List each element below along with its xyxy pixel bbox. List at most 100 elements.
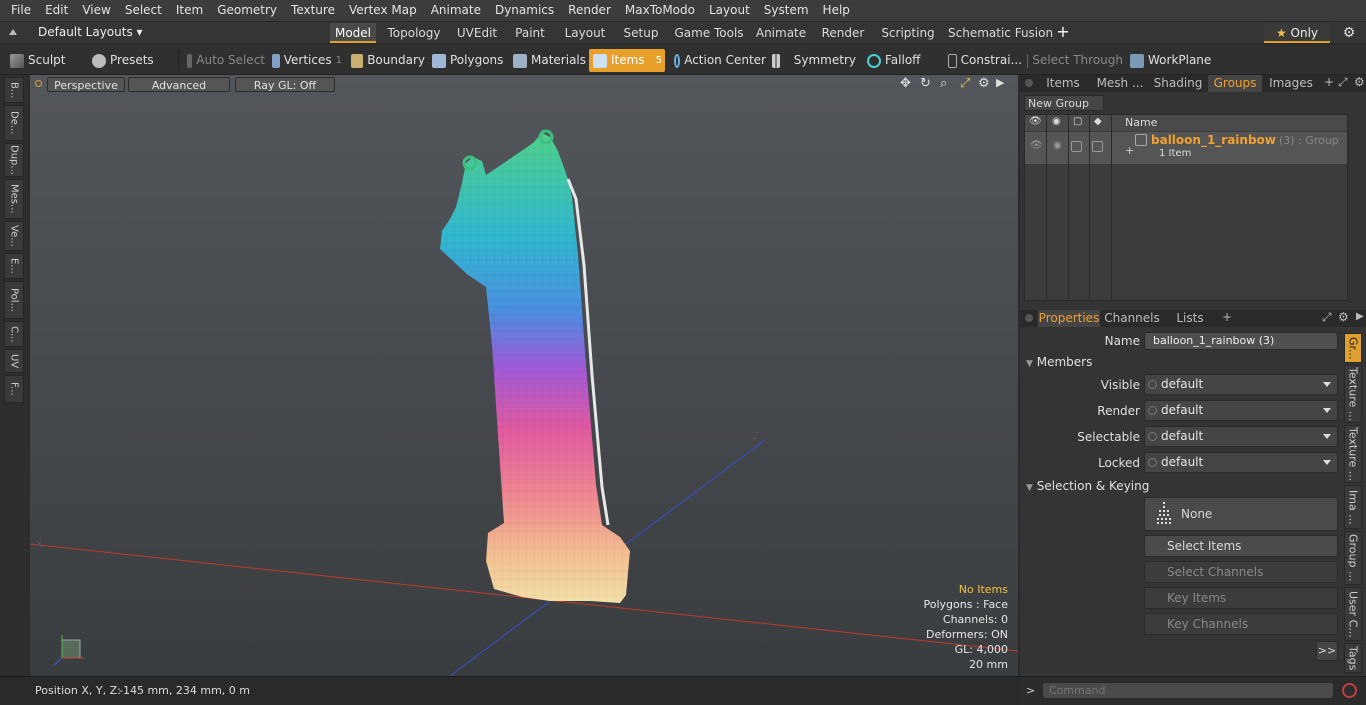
collapse-icon[interactable] xyxy=(8,26,18,36)
select-channels-button[interactable]: Select Channels xyxy=(1144,561,1338,583)
side-tab-image[interactable]: Ima ... xyxy=(1344,485,1362,529)
panel-arrow-icon[interactable]: ▶ xyxy=(1356,311,1364,322)
tab-animate[interactable]: Animate xyxy=(755,23,807,43)
expand-icon[interactable]: ⤢ xyxy=(1322,310,1332,325)
panel-menu-icon[interactable] xyxy=(1025,314,1033,322)
gear-icon[interactable]: ⚙ xyxy=(1340,23,1358,43)
group-row[interactable]: 👁 ◉ + balloon_1_rainbow (3) : Group 1 It… xyxy=(1025,132,1347,164)
tab-layout[interactable]: Layout xyxy=(562,23,608,43)
boundary-button[interactable]: Boundary xyxy=(347,49,425,72)
locked-dropdown[interactable]: default xyxy=(1144,452,1338,473)
visible-dropdown[interactable]: default xyxy=(1144,374,1338,395)
tab-topology[interactable]: Topology xyxy=(386,23,442,43)
menu-item[interactable]: Item xyxy=(169,0,210,21)
tab-items[interactable]: Items xyxy=(1036,75,1090,92)
left-tab-uv[interactable]: UV xyxy=(4,349,24,373)
workplane-button[interactable]: WorkPlane xyxy=(1126,49,1212,72)
visibility-icon[interactable]: 👁 xyxy=(1030,140,1043,151)
command-input[interactable] xyxy=(1042,682,1334,699)
add-tab-icon[interactable]: + xyxy=(1324,75,1334,89)
side-tab-texture-2[interactable]: Texture ... xyxy=(1344,425,1362,483)
selection-set-button[interactable]: None xyxy=(1144,497,1338,531)
expand-toggle-icon[interactable]: + xyxy=(1125,144,1134,157)
left-tab-edge[interactable]: E... xyxy=(4,253,24,279)
more-button[interactable]: >> xyxy=(1316,641,1338,661)
select-through-button[interactable]: Select Through xyxy=(1023,49,1123,72)
layouts-dropdown[interactable]: Default Layouts ▾ xyxy=(38,22,143,43)
tab-channels[interactable]: Channels xyxy=(1104,310,1160,327)
add-tab-icon[interactable]: + xyxy=(1222,310,1232,324)
menu-file[interactable]: File xyxy=(4,0,38,21)
members-section[interactable]: ▼ Members xyxy=(1026,354,1346,370)
render-toggle-icon[interactable]: ◉ xyxy=(1053,140,1062,151)
tab-schematic-fusion[interactable]: Schematic Fusion xyxy=(948,23,1053,43)
menu-view[interactable]: View xyxy=(75,0,117,21)
left-tab-fusion[interactable]: F... xyxy=(4,375,24,403)
tab-images[interactable]: Images xyxy=(1264,75,1318,92)
items-button[interactable]: Items 5 xyxy=(589,49,665,72)
sculpt-button[interactable]: Sculpt xyxy=(6,49,86,72)
selection-keying-section[interactable]: ▼ Selection & Keying xyxy=(1026,478,1346,494)
presets-button[interactable]: Presets xyxy=(88,49,168,72)
balloon-1-mesh[interactable] xyxy=(440,129,630,603)
key-items-button[interactable]: Key Items xyxy=(1144,587,1338,609)
tab-uvedit[interactable]: UVEdit xyxy=(454,23,500,43)
panel-menu-icon[interactable] xyxy=(1025,79,1033,87)
key-channels-button[interactable]: Key Channels xyxy=(1144,613,1338,635)
menu-geometry[interactable]: Geometry xyxy=(210,0,284,21)
left-tab-duplicate[interactable]: Dup... xyxy=(4,143,24,177)
select-toggle-icon[interactable] xyxy=(1092,141,1103,152)
menu-animate[interactable]: Animate xyxy=(424,0,488,21)
materials-button[interactable]: Materials xyxy=(509,49,587,72)
menu-help[interactable]: Help xyxy=(816,0,857,21)
side-tab-group-2[interactable]: Group ... xyxy=(1344,531,1362,585)
tab-shading[interactable]: Shading xyxy=(1150,75,1206,92)
side-tab-group[interactable]: Gr... xyxy=(1344,333,1362,363)
tab-model[interactable]: Model xyxy=(330,23,376,43)
panel-settings-icon[interactable]: ⚙ xyxy=(1354,75,1365,89)
falloff-button[interactable]: Falloff xyxy=(863,49,941,72)
group-name[interactable]: balloon_1_rainbow xyxy=(1151,133,1276,147)
action-center-button[interactable]: Action Center xyxy=(670,49,766,72)
menu-texture[interactable]: Texture xyxy=(284,0,342,21)
menu-maxtomodo[interactable]: MaxToModo xyxy=(618,0,702,21)
left-tab-curve[interactable]: C... xyxy=(4,321,24,347)
new-group-button[interactable]: New Group xyxy=(1024,95,1104,111)
auto-select-button[interactable]: Auto Select xyxy=(183,49,265,72)
record-icon[interactable] xyxy=(1342,683,1357,698)
select-items-button[interactable]: Select Items xyxy=(1144,535,1338,557)
menu-vertex-map[interactable]: Vertex Map xyxy=(342,0,424,21)
menu-render[interactable]: Render xyxy=(561,0,618,21)
tab-mesh[interactable]: Mesh ... xyxy=(1092,75,1148,92)
tab-paint[interactable]: Paint xyxy=(511,23,549,43)
left-tab-polygon[interactable]: Pol... xyxy=(4,281,24,319)
eye-icon[interactable]: 👁 xyxy=(1029,116,1042,127)
side-tab-texture-1[interactable]: Texture ... xyxy=(1344,365,1362,423)
menu-select[interactable]: Select xyxy=(118,0,169,21)
tab-game-tools[interactable]: Game Tools xyxy=(674,23,744,43)
side-tab-tags[interactable]: Tags xyxy=(1344,643,1362,673)
selectable-dropdown[interactable]: default xyxy=(1144,426,1338,447)
tab-render[interactable]: Render xyxy=(818,23,868,43)
left-tab-vertex[interactable]: Ve... xyxy=(4,221,24,251)
expand-icon[interactable]: ⤢ xyxy=(1338,75,1348,90)
render-dropdown[interactable]: default xyxy=(1144,400,1338,421)
menu-system[interactable]: System xyxy=(757,0,816,21)
polygons-button[interactable]: Polygons xyxy=(428,49,506,72)
render-icon[interactable]: ◉ xyxy=(1052,116,1061,127)
tab-groups[interactable]: Groups xyxy=(1208,75,1262,92)
select-icon[interactable]: ◆ xyxy=(1094,116,1102,127)
side-tab-user-channels[interactable]: User C... xyxy=(1344,587,1362,641)
left-tab-mesh-edit[interactable]: Mes... xyxy=(4,179,24,219)
symmetry-button[interactable]: Symmetry xyxy=(768,49,856,72)
vertices-button[interactable]: Vertices 1 xyxy=(268,49,344,72)
menu-edit[interactable]: Edit xyxy=(38,0,75,21)
left-tab-deform[interactable]: De... xyxy=(4,105,24,141)
name-column-header[interactable]: Name xyxy=(1125,116,1157,129)
tab-properties[interactable]: Properties xyxy=(1038,310,1100,327)
tab-lists[interactable]: Lists xyxy=(1166,310,1214,327)
left-tab-basic[interactable]: B... xyxy=(4,77,24,103)
panel-settings-icon[interactable]: ⚙ xyxy=(1338,310,1349,324)
add-tab-button[interactable]: + xyxy=(1054,22,1072,42)
lock-icon[interactable]: ▢ xyxy=(1073,116,1082,127)
